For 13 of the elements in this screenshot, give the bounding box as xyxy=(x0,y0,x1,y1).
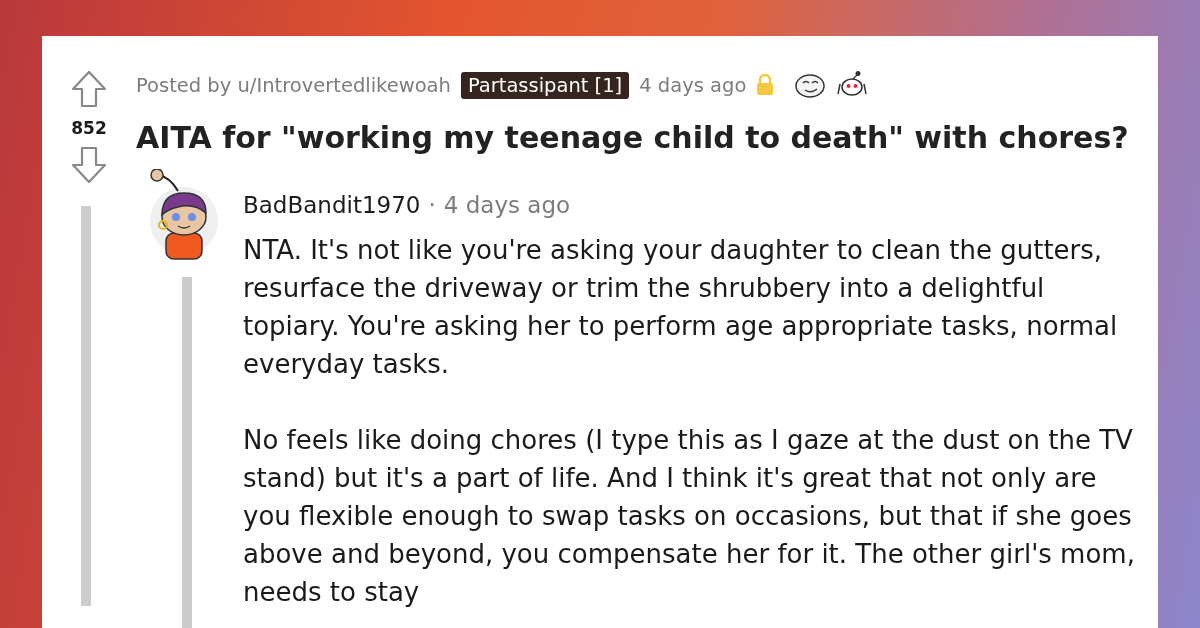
posted-by-text[interactable]: Posted by u/Introvertedlikewoah xyxy=(136,73,451,97)
comment-author[interactable]: BadBandit1970 xyxy=(243,192,421,218)
user-flair: Partassipant [1] xyxy=(460,71,630,99)
post-time[interactable]: 4 days ago xyxy=(639,73,747,97)
separator-dot: · xyxy=(428,192,436,218)
comment-paragraph: NTA. It's not like you're asking your daughter to clean the gutters, resurface the driveway or trim the shrubbery into a delightful topiary. You're asking her to perform age appropriate tasks, normal everyday tasks. xyxy=(243,234,1119,381)
downvote-icon[interactable] xyxy=(71,146,107,184)
comment-paragraph: No feels like doing chores (I type this as I gaze at the dust on the TV stand) but it's a part of life. And I think it's great that not only are you flexible enough to swap tasks on occasions, but that if she goes above and beyond, you compensate her for it. The other girl's mom, needs to stay xyxy=(243,424,1136,609)
comment-time[interactable]: 4 days ago xyxy=(443,192,571,218)
post-title[interactable]: AITA for "working my teenage child to death" with chores? xyxy=(136,120,1158,155)
upvote-icon[interactable] xyxy=(71,70,107,108)
vote-count: 852 xyxy=(71,118,107,138)
award-icon[interactable] xyxy=(794,71,827,99)
